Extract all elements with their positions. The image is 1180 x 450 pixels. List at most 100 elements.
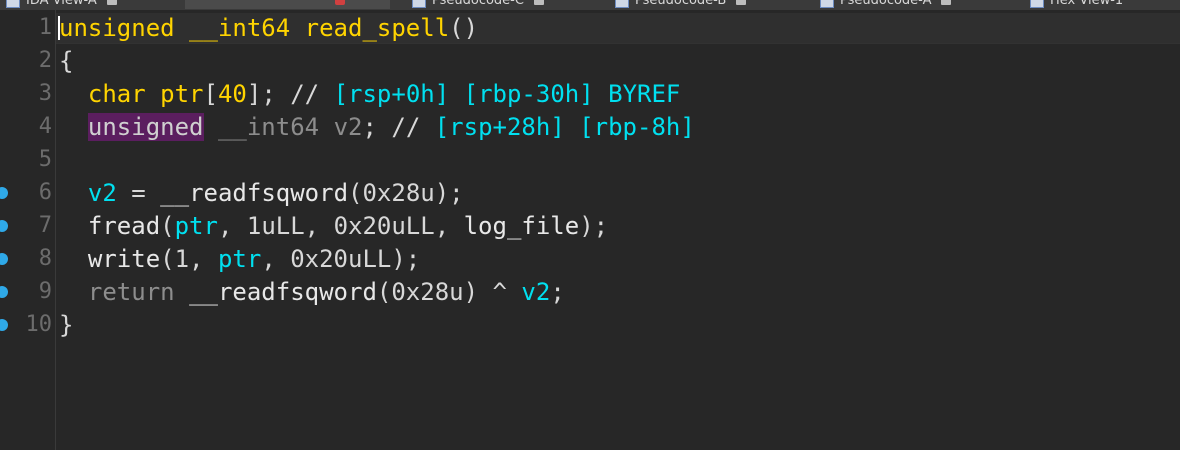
code-line[interactable]: 5: [0, 145, 1180, 178]
code-text[interactable]: }: [59, 310, 73, 340]
code-text[interactable]: return __readfsqword(0x28u) ^ v2;: [59, 277, 565, 307]
code-token: ptr: [174, 212, 218, 240]
code-token: {: [59, 47, 74, 75]
tab-pseudocode-c[interactable]: Pseudocode-C: [412, 0, 544, 9]
code-text[interactable]: unsigned __int64 v2; // [rsp+28h] [rbp-8…: [59, 112, 695, 142]
tab-label: Hex View-1: [1050, 0, 1124, 8]
code-token: return: [87, 278, 175, 306]
code-token: (): [449, 14, 479, 42]
code-token: [rsp+0h] [rbp-30h] BYREF: [333, 80, 681, 108]
code-token: v2: [521, 278, 551, 306]
breakpoint-icon[interactable]: [0, 187, 8, 199]
code-line[interactable]: 1 unsigned __int64 read_spell(): [0, 13, 1180, 46]
code-text[interactable]: char ptr[40]; // [rsp+0h] [rbp-30h] BYRE…: [59, 79, 680, 109]
ida-view-icon: [6, 0, 20, 8]
code-token: }: [59, 311, 74, 339]
pseudocode-icon: [615, 0, 629, 8]
line-number: 5: [38, 147, 52, 172]
code-line[interactable]: 10}: [0, 310, 1180, 343]
code-token: ; //: [362, 113, 435, 141]
code-text[interactable]: fread(ptr, 1uLL, 0x20uLL, log_file);: [59, 211, 608, 241]
close-tab-icon[interactable]: [941, 0, 952, 5]
tab-hex-view-1[interactable]: Hex View-1: [1030, 0, 1123, 9]
code-token: (1,: [160, 245, 218, 273]
tab-ida-view-a[interactable]: IDA View-A: [6, 0, 117, 9]
line-number: 6: [38, 180, 52, 205]
tab-pseudocode-a[interactable]: Pseudocode-A: [820, 0, 952, 9]
breakpoint-icon[interactable]: [0, 253, 8, 265]
code-token: __int64: [217, 113, 320, 141]
close-tab-icon[interactable]: [736, 0, 747, 5]
tab-label: Pseudocode-A: [840, 0, 932, 8]
code-token: ptr: [160, 80, 204, 108]
code-token: unsigned: [87, 113, 204, 141]
code-line[interactable]: 2{: [0, 46, 1180, 79]
code-line[interactable]: 8 write(1, ptr, 0x20uLL);: [0, 244, 1180, 277]
line-number: 10: [25, 312, 53, 337]
code-token: =: [116, 179, 161, 207]
code-token: write: [87, 245, 161, 273]
line-number: 3: [38, 81, 52, 106]
code-token: v2: [87, 179, 117, 207]
code-line[interactable]: 9 return __readfsqword(0x28u) ^ v2;: [0, 277, 1180, 310]
code-token: (: [160, 212, 175, 240]
text-cursor: [58, 16, 60, 40]
code-token: [rsp+28h] [rbp-8h]: [434, 113, 695, 141]
hex-view-icon: [1030, 0, 1044, 8]
line-number: 9: [38, 279, 52, 304]
code-token: fread: [87, 212, 161, 240]
code-text[interactable]: write(1, ptr, 0x20uLL);: [59, 244, 420, 274]
line-number: 2: [38, 48, 52, 73]
code-line[interactable]: 7 fread(ptr, 1uLL, 0x20uLL, log_file);: [0, 211, 1180, 244]
code-editor[interactable]: 1 unsigned __int64 read_spell() 2{3 char p…: [0, 13, 1180, 343]
code-token: unsigned: [59, 14, 175, 42]
code-token: read_spell: [304, 14, 450, 42]
code-text[interactable]: unsigned __int64 read_spell(): [59, 13, 478, 43]
code-token: ]; //: [246, 80, 334, 108]
tab-label: Pseudocode-C: [432, 0, 524, 8]
pseudocode-icon: [412, 0, 426, 8]
tab-label: Pseudocode-B: [635, 0, 727, 8]
line-number: 7: [38, 213, 52, 238]
tab-bar: IDA View-A Pseudocode-C Pseudocode-B Pse…: [0, 0, 1180, 10]
close-tab-icon[interactable]: [335, 0, 345, 5]
code-token: __readfsqword: [189, 278, 377, 306]
code-token: log_file: [463, 212, 580, 240]
close-tab-icon[interactable]: [533, 0, 544, 5]
code-line[interactable]: 6 v2 = __readfsqword(0x28u);: [0, 178, 1180, 211]
tab-label: IDA View-A: [26, 0, 97, 8]
code-token: );: [579, 212, 609, 240]
code-token: __int64: [189, 14, 291, 42]
code-token: (0x28u) ^: [376, 278, 522, 306]
code-token: char: [87, 80, 146, 108]
code-token: ;: [550, 278, 565, 306]
tab-pseudocode-b[interactable]: Pseudocode-B: [615, 0, 747, 9]
code-token: ptr: [217, 245, 262, 273]
close-tab-icon[interactable]: [106, 0, 117, 5]
code-line[interactable]: 4 unsigned __int64 v2; // [rsp+28h] [rbp…: [0, 112, 1180, 145]
code-token: , 1uLL, 0x20uLL,: [217, 212, 464, 240]
code-token: v2: [333, 113, 363, 141]
code-token: , 0x20uLL);: [261, 245, 421, 273]
breakpoint-icon[interactable]: [0, 286, 8, 298]
code-text[interactable]: {: [59, 46, 73, 76]
breakpoint-icon[interactable]: [0, 220, 8, 232]
pseudocode-icon: [820, 0, 834, 8]
code-text[interactable]: v2 = __readfsqword(0x28u);: [59, 178, 464, 208]
tab-active[interactable]: [185, 0, 390, 9]
code-line[interactable]: 3 char ptr[40]; // [rsp+0h] [rbp-30h] BY…: [0, 79, 1180, 112]
line-number: 4: [38, 114, 52, 139]
line-number: 1: [38, 15, 52, 40]
breakpoint-icon[interactable]: [0, 319, 8, 331]
